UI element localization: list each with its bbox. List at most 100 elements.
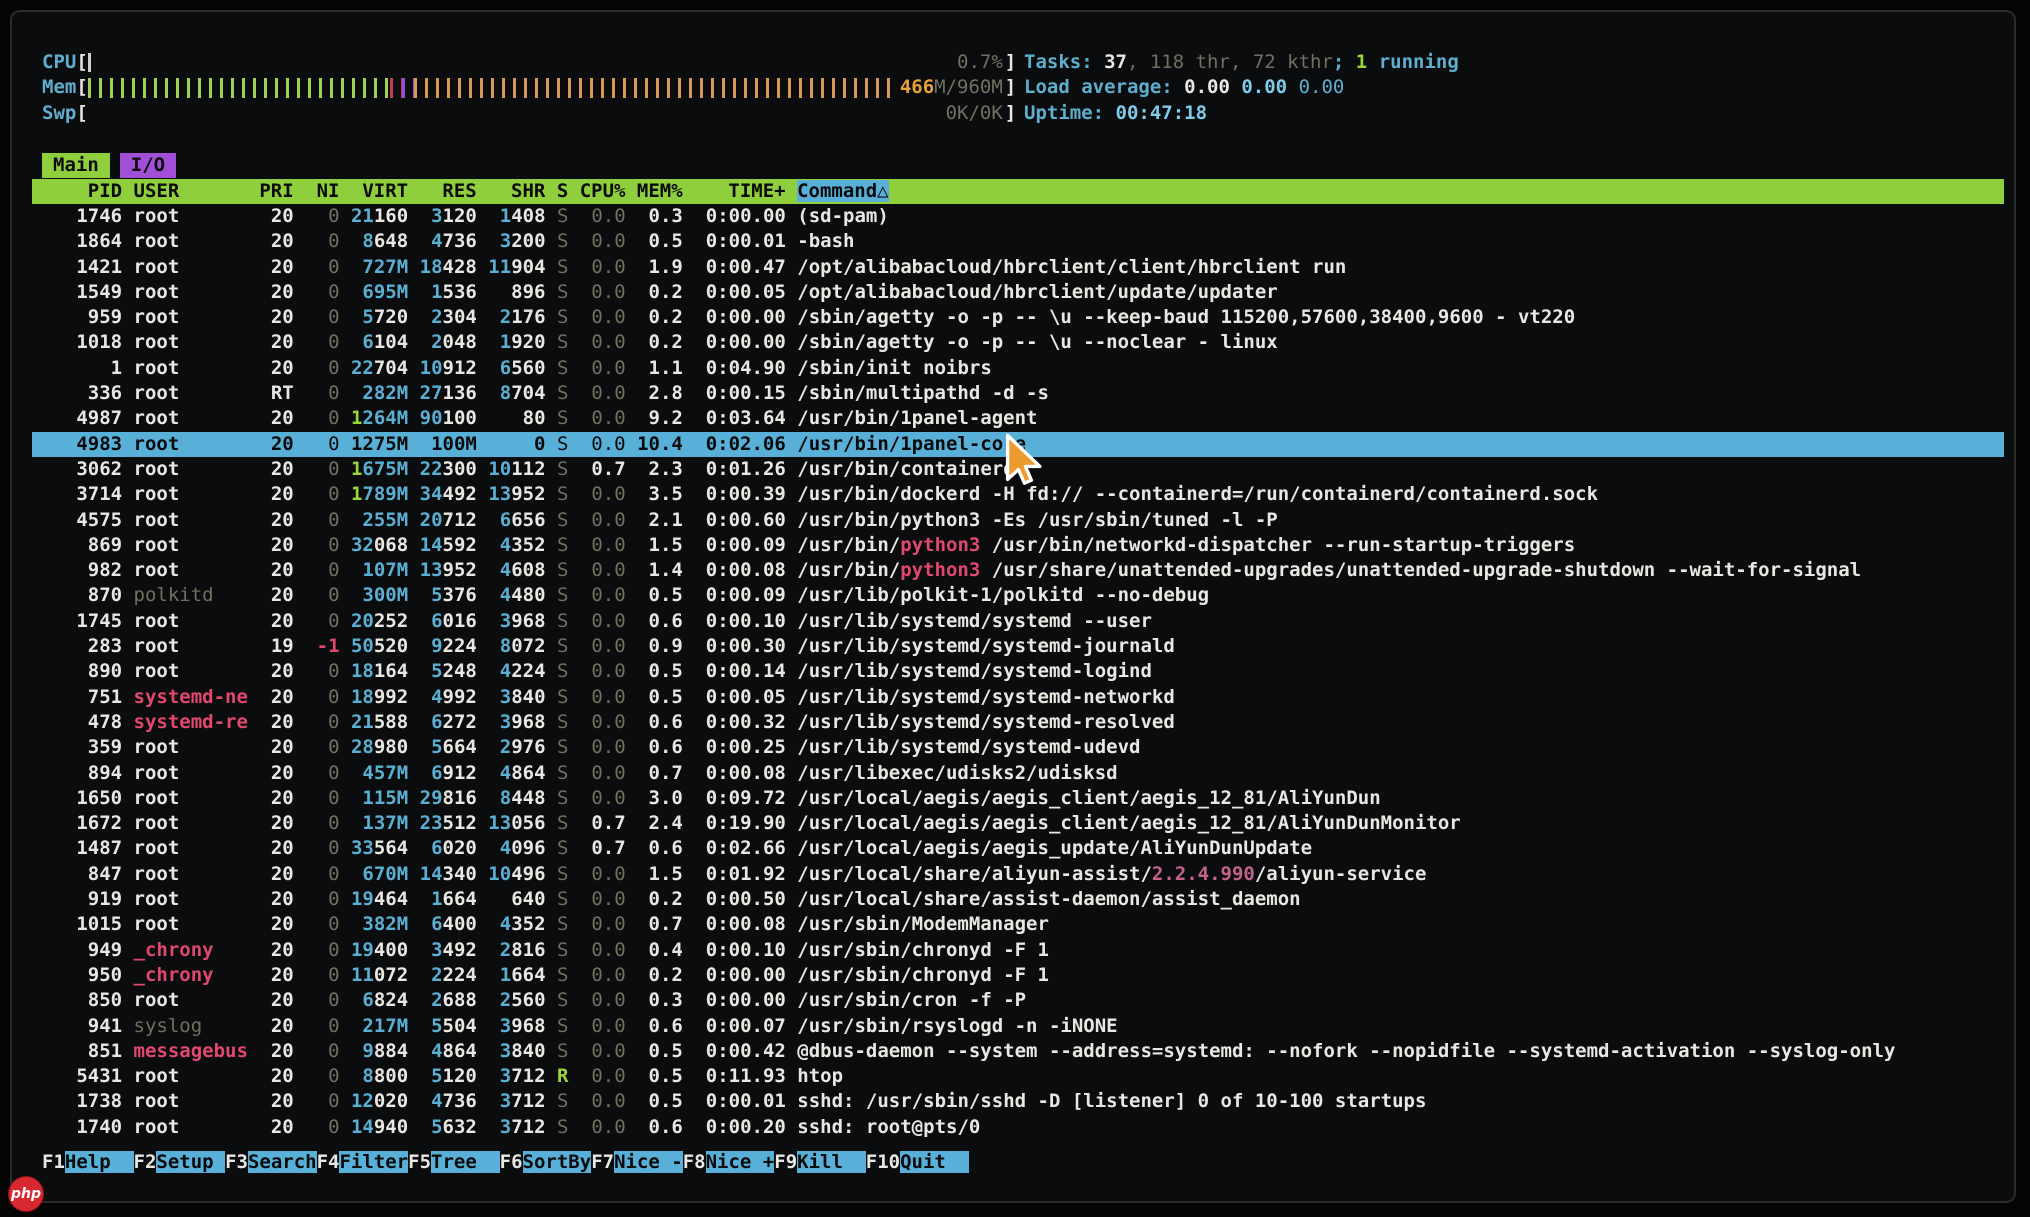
col-ni[interactable]: NI — [294, 180, 340, 202]
fkey-f10-quit[interactable]: F10Quit — [866, 1151, 969, 1173]
cell-s: S — [546, 407, 569, 429]
process-row[interactable]: 336 root RT 0 282M 27136 8704 S 0.0 2.8 … — [32, 381, 2004, 406]
text: 864 — [443, 1040, 477, 1062]
cell-cpu: 0.0 — [568, 711, 625, 733]
fkey-f2-setup[interactable]: F2Setup — [134, 1151, 226, 1173]
text: R — [557, 1065, 568, 1087]
text — [568, 989, 591, 1011]
text: 824 — [374, 989, 408, 1011]
text — [477, 230, 500, 252]
text — [626, 635, 649, 657]
fkey-f8-nice[interactable]: F8Nice + — [683, 1151, 775, 1173]
tab-main[interactable]: Main — [42, 153, 110, 178]
text: /usr/bin/python3 -Es /usr/sbin/tuned -l … — [797, 509, 1277, 531]
text: 0.6 — [649, 736, 683, 758]
process-row[interactable]: 941 syslog 20 0 217M 5504 3968 S 0.0 0.6… — [32, 1014, 2004, 1039]
text: 0 — [328, 1015, 339, 1037]
process-row[interactable]: 1421 root 20 0 727M 18428 11904 S 0.0 1.… — [32, 255, 2004, 280]
col-cpu[interactable]: CPU% — [568, 180, 625, 202]
process-row[interactable]: 870 polkitd 20 0 300M 5376 4480 S 0.0 0.… — [32, 583, 2004, 608]
text — [122, 913, 133, 935]
fkey-f7-nice[interactable]: F7Nice - — [591, 1151, 683, 1173]
text — [294, 509, 328, 531]
process-row[interactable]: 1 root 20 0 22704 10912 6560 S 0.0 1.1 0… — [32, 356, 2004, 381]
text — [248, 812, 271, 834]
col-s[interactable]: S — [545, 180, 568, 202]
text: 275M — [362, 433, 408, 455]
text — [683, 1015, 706, 1037]
process-row[interactable]: 950 _chrony 20 0 11072 2224 1664 S 0.0 0… — [32, 963, 2004, 988]
text — [626, 1090, 649, 1112]
process-row[interactable]: 949 _chrony 20 0 19400 3492 2816 S 0.0 0… — [32, 938, 2004, 963]
process-row[interactable]: 847 root 20 0 670M 14340 10496 S 0.0 1.5… — [32, 862, 2004, 887]
cell-virt: 457M — [340, 762, 409, 784]
process-row[interactable]: 478 systemd-re 20 0 21588 6272 3968 S 0.… — [32, 710, 2004, 735]
process-row[interactable]: 1018 root 20 0 6104 2048 1920 S 0.0 0.2 … — [32, 330, 2004, 355]
process-row[interactable]: 982 root 20 0 107M 13952 4608 S 0.0 1.4 … — [32, 558, 2004, 583]
col-pri[interactable]: PRI — [248, 180, 294, 202]
col-mem[interactable]: MEM% — [625, 180, 682, 202]
text — [408, 230, 431, 252]
process-row[interactable]: 1746 root 20 0 21160 3120 1408 S 0.0 0.3… — [32, 204, 2004, 229]
process-row[interactable]: 1745 root 20 0 20252 6016 3968 S 0.0 0.6… — [32, 609, 2004, 634]
col-user[interactable]: USER — [134, 180, 248, 202]
cell-time: 0:09.72 — [683, 787, 786, 809]
cell-user: root — [134, 256, 248, 278]
text — [626, 711, 649, 733]
fkey-f1-help[interactable]: F1Help — [42, 1151, 134, 1173]
cell-cmd: -bash — [797, 230, 854, 252]
process-row[interactable]: 1740 root 20 0 14940 5632 3712 S 0.0 0.6… — [32, 1115, 2004, 1140]
text — [42, 1015, 88, 1037]
process-row[interactable]: 4987 root 20 0 1264M 90100 80 S 0.0 9.2 … — [32, 406, 2004, 431]
col-time[interactable]: TIME+ — [683, 180, 786, 202]
col-shr[interactable]: SHR — [477, 180, 546, 202]
text: 400 — [443, 913, 477, 935]
process-row[interactable]: 1015 root 20 0 382M 6400 4352 S 0.0 0.7 … — [32, 912, 2004, 937]
process-row[interactable]: 359 root 20 0 28980 5664 2976 S 0.0 0.6 … — [32, 735, 2004, 760]
fkey-f5-tree[interactable]: F5Tree — [408, 1151, 500, 1173]
process-row[interactable]: 850 root 20 0 6824 2688 2560 S 0.0 0.3 0… — [32, 988, 2004, 1013]
text — [683, 306, 706, 328]
process-row[interactable]: 1487 root 20 0 33564 6020 4096 S 0.7 0.6… — [32, 836, 2004, 861]
process-row[interactable]: 959 root 20 0 5720 2304 2176 S 0.0 0.2 0… — [32, 305, 2004, 330]
text — [568, 610, 591, 632]
text: 0 — [328, 660, 339, 682]
fkey-f3-search[interactable]: F3Search — [225, 1151, 317, 1173]
cell-time: 0:00.07 — [683, 1015, 786, 1037]
process-row[interactable]: 1738 root 20 0 12020 4736 3712 S 0.0 0.5… — [32, 1089, 2004, 1114]
col-res[interactable]: RES — [408, 180, 477, 202]
process-row[interactable]: 1864 root 20 0 8648 4736 3200 S 0.0 0.5 … — [32, 229, 2004, 254]
process-row[interactable]: 5431 root 20 0 8800 5120 3712 R 0.0 0.5 … — [32, 1064, 2004, 1089]
cell-virt: 50520 — [340, 635, 409, 657]
text: root — [134, 230, 180, 252]
process-row[interactable]: 4575 root 20 0 255M 20712 6656 S 0.0 2.1… — [32, 508, 2004, 533]
col-virt[interactable]: VIRT — [339, 180, 408, 202]
col-pid[interactable]: PID — [42, 180, 122, 202]
process-row[interactable]: 283 root 19 -1 50520 9224 8072 S 0.0 0.9… — [32, 634, 2004, 659]
text: 0.0 — [591, 407, 625, 429]
fkey-f6-sortby[interactable]: F6SortBy — [500, 1151, 592, 1173]
process-row[interactable]: 1672 root 20 0 137M 23512 13056 S 0.7 2.… — [32, 811, 2004, 836]
text — [294, 989, 328, 1011]
process-row[interactable]: 919 root 20 0 19464 1664 640 S 0.0 0.2 0… — [32, 887, 2004, 912]
fkey-f4-filter[interactable]: F4Filter — [317, 1151, 409, 1173]
process-row[interactable]: 1549 root 20 0 695M 1536 896 S 0.0 0.2 0… — [32, 280, 2004, 305]
process-row[interactable]: 869 root 20 0 32068 14592 4352 S 0.0 1.5… — [32, 533, 2004, 558]
process-row[interactable]: 894 root 20 0 457M 6912 4864 S 0.0 0.7 0… — [32, 761, 2004, 786]
cell-pid: 959 — [42, 306, 122, 328]
text — [408, 306, 431, 328]
process-row[interactable]: 851 messagebus 20 0 9884 4864 3840 S 0.0… — [32, 1039, 2004, 1064]
text: 20 — [271, 205, 294, 227]
text: 0.5 — [649, 230, 683, 252]
text: 0:00.08 — [706, 762, 786, 784]
process-row[interactable]: 1650 root 20 0 115M 29816 8448 S 0.0 3.0… — [32, 786, 2004, 811]
col-cmd[interactable]: Command△ — [797, 180, 889, 202]
process-row[interactable]: 890 root 20 0 18164 5248 4224 S 0.0 0.5 … — [32, 659, 2004, 684]
text — [546, 230, 557, 252]
cell-ni: 0 — [294, 1040, 340, 1062]
tab-io[interactable]: I/O — [120, 153, 176, 178]
cell-mem: 3.0 — [626, 787, 683, 809]
process-row[interactable]: 751 systemd-ne 20 0 18992 4992 3840 S 0.… — [32, 685, 2004, 710]
text: 1487 — [76, 837, 122, 859]
fkey-f9-kill[interactable]: F9Kill — [774, 1151, 866, 1173]
